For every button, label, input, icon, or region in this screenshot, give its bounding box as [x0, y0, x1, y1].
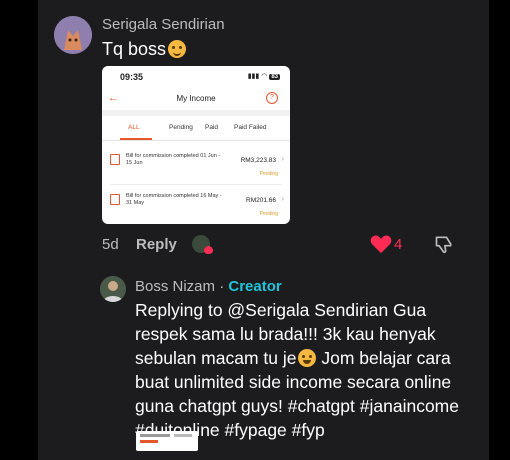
- face-with-tears-of-joy-icon: [298, 349, 317, 367]
- status-time: 09:35: [120, 72, 144, 82]
- list-item: Bill for commission completed 16 May - 3…: [102, 190, 290, 224]
- income-tabs: ALL Pending Paid Paid Failed: [102, 122, 290, 138]
- bill-description: Bill for commission completed 01 Jun - 1…: [126, 153, 221, 166]
- comment-text-label: Tq boss: [102, 39, 167, 59]
- comment-age: 5d: [102, 236, 119, 253]
- tab-paid: Paid: [205, 124, 219, 131]
- thumbnail-line: [174, 434, 192, 437]
- divider: [102, 140, 290, 141]
- reply-image-thumbnail[interactable]: [136, 431, 198, 451]
- thumbnail-line: [140, 440, 158, 443]
- signal-wifi-battery-icon: ▮▮▮ ◠ 83: [247, 73, 280, 80]
- bill-status: Pending: [259, 171, 278, 177]
- comment-username[interactable]: Serigala Sendirian: [102, 16, 225, 33]
- tab-all: ALL: [128, 124, 140, 131]
- divider: [110, 184, 282, 185]
- tab-pending: Pending: [169, 124, 193, 131]
- avatar[interactable]: [100, 276, 126, 302]
- dislike-icon[interactable]: [434, 234, 454, 254]
- bill-amount: RM201.66: [246, 197, 276, 204]
- reply-button[interactable]: Reply: [136, 236, 177, 253]
- reply-header: Boss Nizam · Creator: [135, 278, 282, 295]
- bill-status: Pending: [259, 211, 278, 217]
- chevron-right-icon: ›: [281, 196, 284, 203]
- comment-text: Tq boss: [102, 39, 187, 60]
- bill-icon: [110, 154, 120, 165]
- creator-badge: Creator: [228, 278, 282, 295]
- bill-description: Bill for commission completed 16 May - 3…: [126, 193, 222, 206]
- screen-title: My Income: [176, 94, 216, 103]
- comment-panel: Serigala Sendirian Tq boss 09:35 ▮▮▮ ◠ 83…: [38, 0, 489, 460]
- chevron-right-icon: ›: [281, 156, 284, 163]
- list-item: Bill for commission completed 01 Jun - 1…: [102, 150, 290, 188]
- separator: ·: [215, 278, 229, 295]
- bill-amount: RM3,223.83: [240, 157, 276, 164]
- thumbnail-line: [140, 434, 170, 437]
- avatar[interactable]: [54, 16, 92, 54]
- smiling-face-with-hearts-icon: [168, 40, 187, 58]
- like-count: 4: [394, 236, 403, 253]
- comment-image[interactable]: 09:35 ▮▮▮ ◠ 83 ← My Income ? ALL Pending …: [102, 66, 290, 224]
- battery-level: 83: [269, 74, 280, 80]
- creator-liked-avatar-icon: [192, 235, 213, 254]
- reply-username[interactable]: Boss Nizam: [135, 278, 215, 295]
- bill-icon: [110, 194, 120, 205]
- tab-paid-failed: Paid Failed: [234, 124, 267, 131]
- heart-icon[interactable]: [370, 234, 392, 254]
- reply-text: Replying to @Serigala Sendirian Gua resp…: [135, 298, 483, 442]
- divider: [102, 110, 290, 116]
- help-icon: ?: [266, 92, 278, 104]
